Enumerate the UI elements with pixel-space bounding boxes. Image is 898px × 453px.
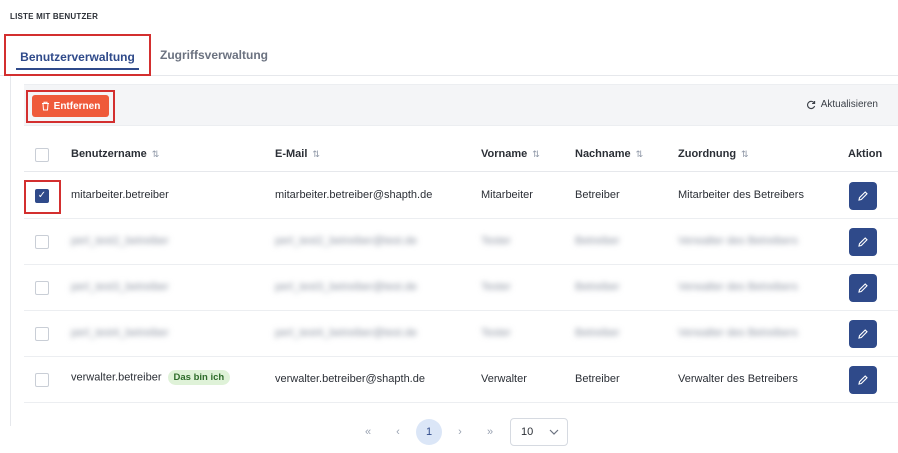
cell-lastname: Betreiber (575, 189, 620, 201)
pencil-icon (858, 237, 868, 247)
edit-button[interactable] (849, 320, 877, 348)
cell-lastname: Betreiber (575, 327, 620, 339)
header-email[interactable]: E-Mail ⇅ (275, 148, 320, 160)
remove-button[interactable]: Entfernen (32, 95, 109, 117)
sort-icon: ⇅ (741, 148, 749, 159)
tab-bar: Benutzerverwaltung Zugriffsverwaltung (0, 34, 898, 76)
cell-username: perl_test4_betreiber (71, 327, 169, 339)
cell-firstname: Tester (481, 235, 511, 247)
sort-icon: ⇅ (635, 148, 644, 159)
first-page-button[interactable]: « (356, 420, 380, 444)
cell-username: perl_test2_betreiber (71, 235, 169, 247)
cell-assignment: Verwalter des Betreibers (678, 281, 798, 293)
cell-username: verwalter.betreiber Das bin ich (71, 370, 231, 385)
remove-button-label: Entfernen (53, 100, 101, 112)
pencil-icon (858, 329, 868, 339)
header-lastname[interactable]: Nachname ⇅ (575, 148, 643, 160)
chevron-down-icon (549, 429, 559, 435)
edit-button[interactable] (849, 182, 877, 210)
cell-lastname: Betreiber (575, 235, 620, 247)
cell-firstname: Tester (481, 281, 511, 293)
refresh-button[interactable]: Aktualisieren (806, 99, 878, 110)
page-title: LISTE MIT BENUTZER (10, 12, 99, 21)
cell-assignment: Verwalter des Betreibers (678, 235, 798, 247)
tab-zugriffsverwaltung[interactable]: Zugriffsverwaltung (160, 34, 268, 76)
row-checkbox[interactable] (35, 281, 49, 295)
row-checkbox[interactable]: ✓ (35, 189, 49, 203)
sort-icon: ⇅ (312, 148, 320, 159)
cell-email: mitarbeiter.betreiber@shapth.de (275, 189, 433, 201)
cell-firstname: Verwalter (481, 373, 527, 385)
table-row: perl_test4_betreiber perl_test4_betreibe… (24, 311, 898, 357)
page-size-select[interactable]: 10 (510, 418, 568, 446)
page-button-current[interactable]: 1 (416, 419, 442, 445)
sort-icon: ⇅ (151, 148, 160, 159)
page-size-value: 10 (521, 426, 534, 438)
edit-button[interactable] (849, 274, 877, 302)
tab-benutzerverwaltung[interactable]: Benutzerverwaltung (4, 34, 151, 76)
table-row: perl_test2_betreiber perl_test2_betreibe… (24, 219, 898, 265)
cell-email: verwalter.betreiber@shapth.de (275, 373, 425, 385)
cell-email: perl_test4_betreiber@test.de (275, 327, 418, 339)
select-all-checkbox[interactable] (35, 148, 49, 162)
cell-username: perl_test3_betreiber (71, 281, 169, 293)
sort-icon: ⇅ (532, 148, 540, 159)
cell-username: mitarbeiter.betreiber (71, 189, 169, 201)
last-page-button[interactable]: » (478, 420, 502, 444)
table-row: verwalter.betreiber Das bin ich verwalter… (24, 357, 898, 403)
pencil-icon (858, 375, 868, 385)
table-toolbar: Entfernen Aktualisieren (24, 84, 898, 126)
cell-firstname: Tester (481, 327, 511, 339)
table-row: ✓ mitarbeiter.betreiber mitarbeiter.betr… (24, 173, 898, 219)
row-checkbox[interactable] (35, 327, 49, 341)
pencil-icon (858, 283, 868, 293)
cell-email: perl_test3_betreiber@test.de (275, 281, 418, 293)
self-badge: Das bin ich (167, 370, 231, 385)
cell-assignment: Verwalter des Betreibers (678, 327, 798, 339)
cell-firstname: Mitarbeiter (481, 189, 533, 201)
header-firstname[interactable]: Vorname ⇅ (481, 148, 540, 160)
card-border (10, 76, 11, 426)
table-row: perl_test3_betreiber perl_test3_betreibe… (24, 265, 898, 311)
pencil-icon (858, 191, 868, 201)
trash-icon (41, 101, 49, 111)
cell-email: perl_test2_betreiber@test.de (275, 235, 418, 247)
cell-assignment: Mitarbeiter des Betreibers (678, 189, 804, 201)
header-assignment[interactable]: Zuordnung ⇅ (678, 148, 749, 160)
refresh-label: Aktualisieren (820, 99, 878, 110)
edit-button[interactable] (849, 366, 877, 394)
next-page-button[interactable]: › (448, 420, 472, 444)
pagination: « ‹ 1 › » 10 (356, 418, 568, 446)
cell-lastname: Betreiber (575, 281, 620, 293)
username-text: verwalter.betreiber (71, 371, 162, 384)
row-checkbox[interactable] (35, 373, 49, 387)
table-header: Benutzername ⇅ E-Mail ⇅ Vorname ⇅ Nachname ⇅… (24, 138, 898, 172)
refresh-icon (806, 100, 815, 109)
edit-button[interactable] (849, 228, 877, 256)
cell-assignment: Verwalter des Betreibers (678, 373, 798, 385)
row-checkbox[interactable] (35, 235, 49, 249)
prev-page-button[interactable]: ‹ (386, 420, 410, 444)
header-action: Aktion (848, 148, 883, 160)
header-username[interactable]: Benutzername ⇅ (71, 148, 159, 160)
cell-lastname: Betreiber (575, 373, 620, 385)
